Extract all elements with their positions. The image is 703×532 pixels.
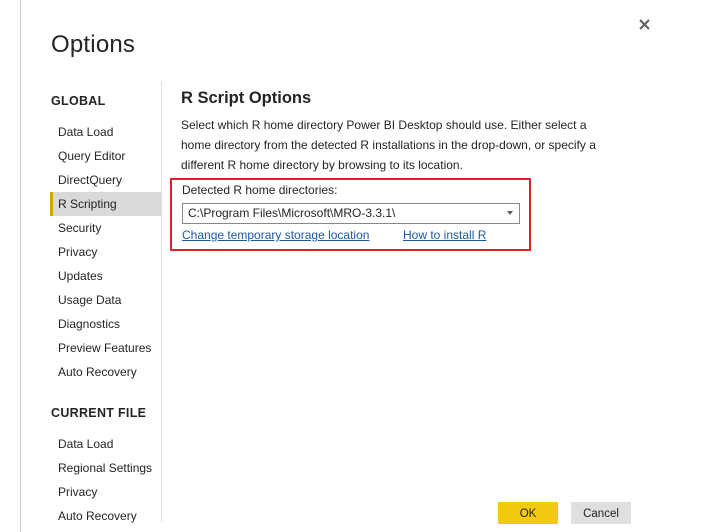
nav-item-current-privacy[interactable]: Privacy (50, 480, 161, 504)
ok-button[interactable]: OK (498, 502, 558, 524)
nav-item-current-auto-recovery[interactable]: Auto Recovery (50, 504, 161, 528)
nav-section-global: GLOBAL (51, 94, 106, 108)
close-button[interactable] (634, 14, 656, 36)
nav-item-query-editor[interactable]: Query Editor (50, 144, 161, 168)
cancel-button[interactable]: Cancel (571, 502, 631, 524)
nav-item-security[interactable]: Security (50, 216, 161, 240)
options-nav: GLOBAL Data Load Query Editor DirectQuer… (50, 84, 161, 528)
chevron-down-icon (507, 211, 513, 215)
dialog-title: Options (51, 31, 136, 58)
nav-item-global-data-load[interactable]: Data Load (50, 120, 161, 144)
r-home-directory-value: C:\Program Files\Microsoft\MRO-3.3.1\ (188, 206, 396, 220)
nav-divider (161, 82, 162, 522)
nav-item-global-auto-recovery[interactable]: Auto Recovery (50, 360, 161, 384)
detected-r-home-label: Detected R home directories: (182, 183, 338, 197)
r-home-directory-select[interactable]: C:\Program Files\Microsoft\MRO-3.3.1\ (182, 203, 520, 224)
current-file-nav-list: Data Load Regional Settings Privacy Auto… (50, 432, 161, 528)
nav-item-regional-settings[interactable]: Regional Settings (50, 456, 161, 480)
how-to-install-r-link[interactable]: How to install R (403, 228, 486, 242)
nav-item-directquery[interactable]: DirectQuery (50, 168, 161, 192)
nav-item-current-data-load[interactable]: Data Load (50, 432, 161, 456)
nav-item-diagnostics[interactable]: Diagnostics (50, 312, 161, 336)
nav-item-global-privacy[interactable]: Privacy (50, 240, 161, 264)
description-line: home directory from the detected R insta… (181, 138, 596, 152)
nav-item-preview-features[interactable]: Preview Features (50, 336, 161, 360)
section-description: Select which R home directory Power BI D… (181, 115, 611, 175)
dialog-left-border (20, 0, 21, 532)
nav-item-r-scripting[interactable]: R Scripting (50, 192, 161, 216)
r-script-options-panel: R Script Options Select which R home dir… (181, 86, 661, 175)
global-nav-list: Data Load Query Editor DirectQuery R Scr… (50, 120, 161, 384)
nav-item-updates[interactable]: Updates (50, 264, 161, 288)
options-dialog: Options GLOBAL Data Load Query Editor Di… (0, 0, 703, 532)
change-storage-location-link[interactable]: Change temporary storage location (182, 228, 369, 242)
nav-section-current-file: CURRENT FILE (51, 406, 147, 420)
close-icon[interactable] (634, 14, 656, 36)
section-title: R Script Options (181, 89, 312, 107)
nav-item-usage-data[interactable]: Usage Data (50, 288, 161, 312)
description-line: Select which R home directory Power BI D… (181, 118, 587, 132)
description-line: different R home directory by browsing t… (181, 158, 463, 172)
